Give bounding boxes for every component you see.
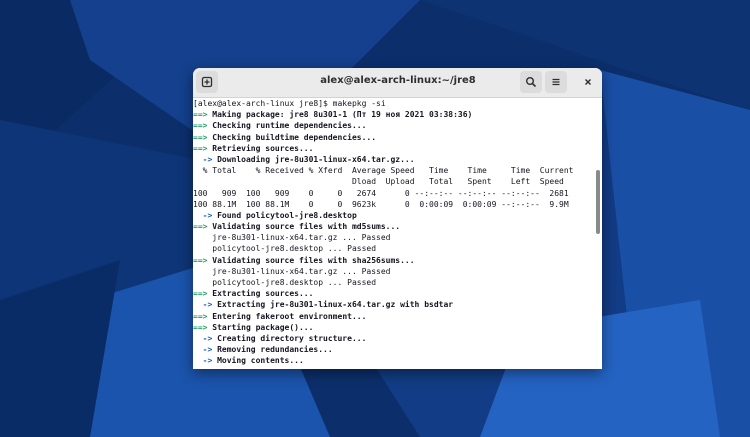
terminal-line-text: Retrieving sources... <box>207 143 314 153</box>
new-tab-button[interactable] <box>196 71 218 93</box>
substep-arrow: -> <box>193 333 213 343</box>
terminal-line-text: Dload Upload Total Spent Left Speed <box>193 177 564 187</box>
terminal-line-text: Validating source files with sha256sums.… <box>207 255 415 265</box>
close-icon <box>585 79 591 85</box>
terminal-line-text: Found policytool-jre8.desktop <box>212 210 357 220</box>
substep-arrow: -> <box>193 356 213 366</box>
terminal-line: -> Creating directory structure... <box>193 333 574 344</box>
terminal-output[interactable]: [alex@alex-arch-linux jre8]$ makepkg -si… <box>193 98 593 369</box>
step-arrow: ==> <box>193 222 208 232</box>
step-arrow: ==> <box>193 289 208 299</box>
substep-arrow: -> <box>193 300 213 310</box>
terminal-line: -> Downloading jre-8u301-linux-x64.tar.g… <box>193 154 574 165</box>
terminal-line: ==> Checking buildtime dependencies... <box>193 132 574 143</box>
menu-button[interactable] <box>545 71 567 93</box>
scrollbar-thumb[interactable] <box>596 170 600 234</box>
terminal-line-text: Validating source files with md5sums... <box>207 222 401 232</box>
terminal-line: policytool-jre8.desktop ... Passed <box>193 243 574 254</box>
terminal-line-text: jre-8u301-linux-x64.tar.gz ... Passed <box>193 233 391 243</box>
window-title: alex@alex-arch-linux:~/jre8 <box>320 75 476 86</box>
terminal-line: ==> Checking runtime dependencies... <box>193 120 574 131</box>
terminal-line: ==> Retrieving sources... <box>193 143 574 154</box>
terminal-line-text: Creating directory structure... <box>212 333 367 343</box>
terminal-line-text: [alex@alex-arch-linux jre8]$ makepkg -si <box>193 99 386 108</box>
terminal-line-text: 100 909 100 909 0 0 2674 0 --:--:-- --:-… <box>193 188 569 198</box>
terminal-line-text: Downloading jre-8u301-linux-x64.tar.gz..… <box>212 154 415 164</box>
step-arrow: ==> <box>193 311 208 321</box>
terminal-line: ==> Entering fakeroot environment... <box>193 311 574 322</box>
terminal-line: 100 909 100 909 0 0 2674 0 --:--:-- --:-… <box>193 188 574 199</box>
terminal-line: -> Extracting jre-8u301-linux-x64.tar.gz… <box>193 299 574 310</box>
terminal-line: 100 88.1M 100 88.1M 0 0 9623k 0 0:00:09 … <box>193 199 574 210</box>
terminal-line: jre-8u301-linux-x64.tar.gz ... Passed <box>193 266 574 277</box>
terminal-line-text: policytool-jre8.desktop ... Passed <box>193 278 377 287</box>
terminal-line-text: jre-8u301-linux-x64.tar.gz ... Passed <box>193 266 391 276</box>
terminal-line-text: Extracting jre-8u301-linux-x64.tar.gz wi… <box>212 300 454 310</box>
step-arrow: ==> <box>193 110 208 120</box>
terminal-line: -> Moving contents... <box>193 355 574 366</box>
terminal-line-text: Moving contents... <box>212 356 304 366</box>
header-bar: alex@alex-arch-linux:~/jre8 <box>193 68 602 98</box>
terminal-window: alex@alex-arch-linux:~/jre8 [alex@alex-a… <box>193 68 602 369</box>
search-button[interactable] <box>520 71 542 93</box>
terminal-line: Dload Upload Total Spent Left Speed <box>193 176 574 187</box>
terminal-line: ==> Making package: jre8 8u301-1 (Пт 19 … <box>193 109 574 120</box>
terminal-line-text: Starting package()... <box>207 322 314 332</box>
terminal-line: ==> Validating source files with sha256s… <box>193 255 574 266</box>
terminal-lines: [alex@alex-arch-linux jre8]$ makepkg -si… <box>193 98 574 367</box>
terminal-line-text: Checking runtime dependencies... <box>207 121 367 131</box>
terminal-line: -> Removing redundancies... <box>193 344 574 355</box>
terminal-line-text: Extracting sources... <box>207 289 314 299</box>
terminal-line-text: Making package: jre8 8u301-1 (Пт 19 ноя … <box>207 110 473 120</box>
terminal-line-text: Checking buildtime dependencies... <box>207 132 377 142</box>
step-arrow: ==> <box>193 255 208 265</box>
terminal-line: % Total % Received % Xferd Average Speed… <box>193 165 574 176</box>
terminal-line-text: 100 88.1M 100 88.1M 0 0 9623k 0 0:00:09 … <box>193 199 569 209</box>
terminal-line-text: Removing redundancies... <box>212 345 333 355</box>
vertical-scrollbar[interactable] <box>594 98 602 369</box>
terminal-line: [alex@alex-arch-linux jre8]$ makepkg -si <box>193 98 574 109</box>
substep-arrow: -> <box>193 345 213 355</box>
search-icon <box>526 77 537 88</box>
terminal-line: policytool-jre8.desktop ... Passed <box>193 277 574 288</box>
terminal-line-text: Entering fakeroot environment... <box>207 311 367 321</box>
step-arrow: ==> <box>193 143 208 153</box>
terminal-line: -> Found policytool-jre8.desktop <box>193 210 574 221</box>
new-tab-icon <box>201 76 213 88</box>
terminal-line: ==> Validating source files with md5sums… <box>193 221 574 232</box>
terminal-line: jre-8u301-linux-x64.tar.gz ... Passed <box>193 232 574 243</box>
terminal-line: ==> Extracting sources... <box>193 288 574 299</box>
step-arrow: ==> <box>193 322 208 332</box>
close-button[interactable] <box>579 73 597 91</box>
hamburger-menu-icon <box>552 78 560 86</box>
terminal-line-text: policytool-jre8.desktop ... Passed <box>193 244 377 254</box>
terminal-line-text: % Total % Received % Xferd Average Speed… <box>193 166 574 176</box>
terminal-line: ==> Starting package()... <box>193 322 574 333</box>
substep-arrow: -> <box>193 154 213 164</box>
substep-arrow: -> <box>193 210 213 220</box>
step-arrow: ==> <box>193 132 208 142</box>
step-arrow: ==> <box>193 121 208 131</box>
